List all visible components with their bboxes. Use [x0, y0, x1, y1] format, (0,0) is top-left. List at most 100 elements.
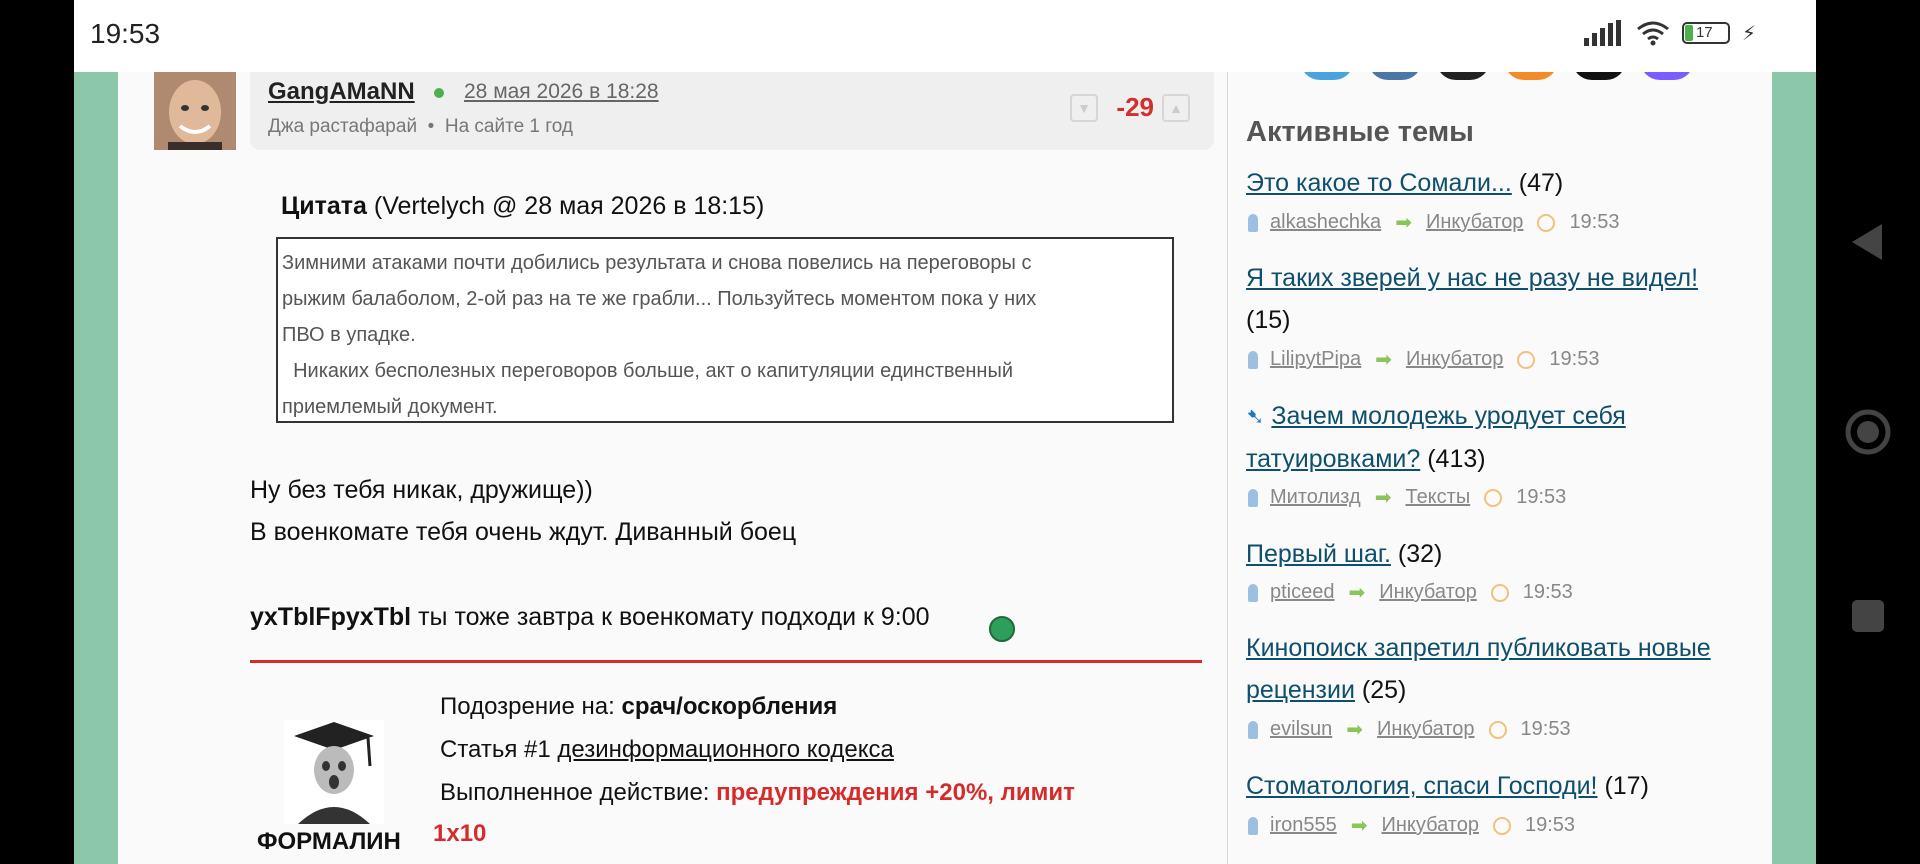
wifi-icon	[1637, 21, 1669, 46]
topic-time: 19:53	[1522, 581, 1573, 603]
clock-icon	[1537, 213, 1556, 232]
topic-link[interactable]: Стоматология, спаси Господи!	[1246, 772, 1598, 800]
quote-line: ПВО в упадке.	[282, 324, 416, 346]
moderator-avatar[interactable]	[284, 720, 384, 824]
topic-link[interactable]: Кинопоиск запретил публиковать новые рец…	[1246, 634, 1711, 704]
quote-box: Зимними атаками почти добились результат…	[276, 237, 1174, 423]
article-link[interactable]: дезинформационного кодекса	[557, 736, 893, 763]
post-mention-line: yxTblFpyxTbl ты тоже завтра к военкомату…	[250, 603, 930, 632]
topic-link[interactable]: Я таких зверей у нас не разу не видел!	[1246, 264, 1698, 292]
clock-icon	[1484, 488, 1503, 507]
author-meta: Джа растафарай • На сайте 1 год	[268, 116, 573, 138]
topic-section[interactable]: Тексты	[1405, 486, 1470, 509]
topic-title: Я таких зверей у нас не разу не видел! (…	[1246, 257, 1746, 341]
navigation-bar	[1816, 0, 1920, 864]
topic-title: Первый шаг. (32)	[1246, 533, 1746, 575]
back-icon[interactable]	[1848, 222, 1888, 262]
post-header: GangAMaNN 28 мая 2026 в 18:28 Джа растаф…	[250, 72, 1214, 150]
status-bar: 19:53 17 ⚡	[74, 0, 1816, 72]
moderator-name: ФОРМАЛИН	[257, 828, 401, 855]
user-icon	[1248, 488, 1258, 507]
quote-header: Цитата (Vertelych @ 28 мая 2026 в 18:15)	[281, 192, 764, 221]
topic-title: Это какое то Сомали... (47)	[1246, 162, 1746, 204]
thumb-down-icon[interactable]: ▼	[1070, 94, 1098, 122]
quote-label: Цитата	[281, 192, 367, 220]
topic-meta: alkashechka ➡ Инкубатор 19:53	[1248, 210, 1620, 235]
arrow-right-icon: ➡	[1346, 719, 1364, 741]
topic-user[interactable]: Митолизд	[1270, 486, 1361, 509]
action-limit: 1x10	[433, 820, 487, 847]
mentioned-user[interactable]: yxTblFpyxTbl	[250, 603, 411, 631]
topic-meta: iron555 ➡ Инкубатор 19:53	[1248, 813, 1575, 838]
user-icon	[1248, 213, 1258, 232]
quote-meta: (Vertelych @ 28 мая 2026 в 18:15)	[366, 192, 765, 220]
quote-line: рыжим балаболом, 2-ой раз на те же грабл…	[282, 288, 1037, 310]
user-icon	[1248, 350, 1258, 369]
arrow-right-icon: ➡	[1348, 582, 1366, 604]
quote-line: Никаких бесполезных переговоров больше, …	[282, 360, 1014, 382]
topic-section[interactable]: Инкубатор	[1379, 581, 1476, 604]
recents-icon[interactable]	[1850, 598, 1886, 634]
suspicion-line: Подозрение на: срач/оскорбления	[440, 693, 837, 721]
topic-user[interactable]: pticeed	[1270, 581, 1335, 604]
action-line: Выполненное действие: предупреждения +20…	[440, 779, 1075, 807]
topic-meta: Митолизд ➡ Тексты 19:53	[1248, 485, 1566, 510]
topic-section[interactable]: Инкубатор	[1426, 211, 1523, 234]
topic-meta: LilipytPipa ➡ Инкубатор 19:53	[1248, 347, 1599, 372]
topic-user[interactable]: alkashechka	[1270, 211, 1381, 234]
column-divider	[1227, 70, 1228, 864]
author-on-site: На сайте 1 год	[444, 116, 574, 137]
topic-time: 19:53	[1524, 814, 1576, 836]
arrow-right-icon: ➡	[1350, 815, 1368, 837]
action-label: Выполненное действие:	[440, 779, 717, 806]
suspicion-label: Подозрение на:	[440, 693, 622, 720]
moderation-divider	[250, 660, 1202, 663]
quote-line: приемлемый документ.	[282, 396, 498, 418]
topic-section[interactable]: Инкубатор	[1381, 814, 1478, 837]
topic-title: Кинопоиск запретил публиковать новые рец…	[1246, 627, 1746, 711]
action-value: предупреждения +20%, лимит	[716, 779, 1075, 806]
topic-section[interactable]: Инкубатор	[1377, 718, 1474, 741]
author-status: Джа растафарай	[268, 116, 418, 137]
user-icon	[1248, 583, 1258, 602]
topic-link[interactable]: Это какое то Сомали...	[1246, 169, 1512, 197]
topic-title: Стоматология, спаси Господи! (17)	[1246, 765, 1746, 807]
signal-icon	[1583, 20, 1621, 46]
topic-link[interactable]: Первый шаг.	[1246, 540, 1391, 568]
thumb-up-icon[interactable]: ▲	[1162, 94, 1190, 122]
topic-time: 19:53	[1569, 211, 1620, 233]
arrow-right-icon: ➡	[1374, 487, 1392, 509]
clock-icon	[1492, 816, 1511, 835]
status-icons: 17 ⚡	[1583, 20, 1756, 46]
quote-line: Зимними атаками почти добились результат…	[282, 252, 1032, 274]
user-icon	[1248, 816, 1258, 835]
topic-user[interactable]: LilipytPipa	[1270, 348, 1361, 371]
topic-title: ➷ Зачем молодежь уродует себя татуировка…	[1246, 395, 1746, 480]
suspicion-value: срач/оскорбления	[621, 693, 838, 720]
article-line: Статья #1 дезинформационного кодекса	[440, 736, 894, 764]
online-indicator	[434, 88, 444, 98]
topic-count: (25)	[1361, 676, 1407, 704]
topic-user[interactable]: iron555	[1270, 814, 1337, 837]
pin-icon: ➷	[1246, 404, 1265, 429]
topic-meta: pticeed ➡ Инкубатор 19:53	[1248, 580, 1573, 605]
home-icon[interactable]	[1844, 408, 1892, 456]
sidebar-title: Активные темы	[1246, 116, 1474, 148]
author-username[interactable]: GangAMaNN	[268, 78, 415, 106]
author-avatar[interactable]	[154, 72, 236, 150]
clock-icon	[1517, 350, 1536, 369]
topic-section[interactable]: Инкубатор	[1406, 348, 1503, 371]
post-text-line: В военкомате тебя очень ждут. Диванный б…	[250, 518, 797, 546]
post-text-line: ты тоже завтра к военкомату подходи к 9:…	[411, 603, 930, 631]
topic-time: 19:53	[1549, 348, 1600, 370]
topic-time: 19:53	[1516, 486, 1567, 508]
topic-meta: evilsun ➡ Инкубатор 19:53	[1248, 717, 1571, 742]
meta-separator: •	[422, 116, 440, 137]
user-icon	[1248, 720, 1258, 739]
topic-user[interactable]: evilsun	[1270, 718, 1332, 741]
post-date[interactable]: 28 мая 2026 в 18:28	[464, 80, 659, 104]
clock-icon	[1490, 583, 1509, 602]
clock-icon	[1488, 720, 1507, 739]
smiley-icon	[989, 616, 1015, 642]
post-rating: -29	[1116, 92, 1154, 122]
